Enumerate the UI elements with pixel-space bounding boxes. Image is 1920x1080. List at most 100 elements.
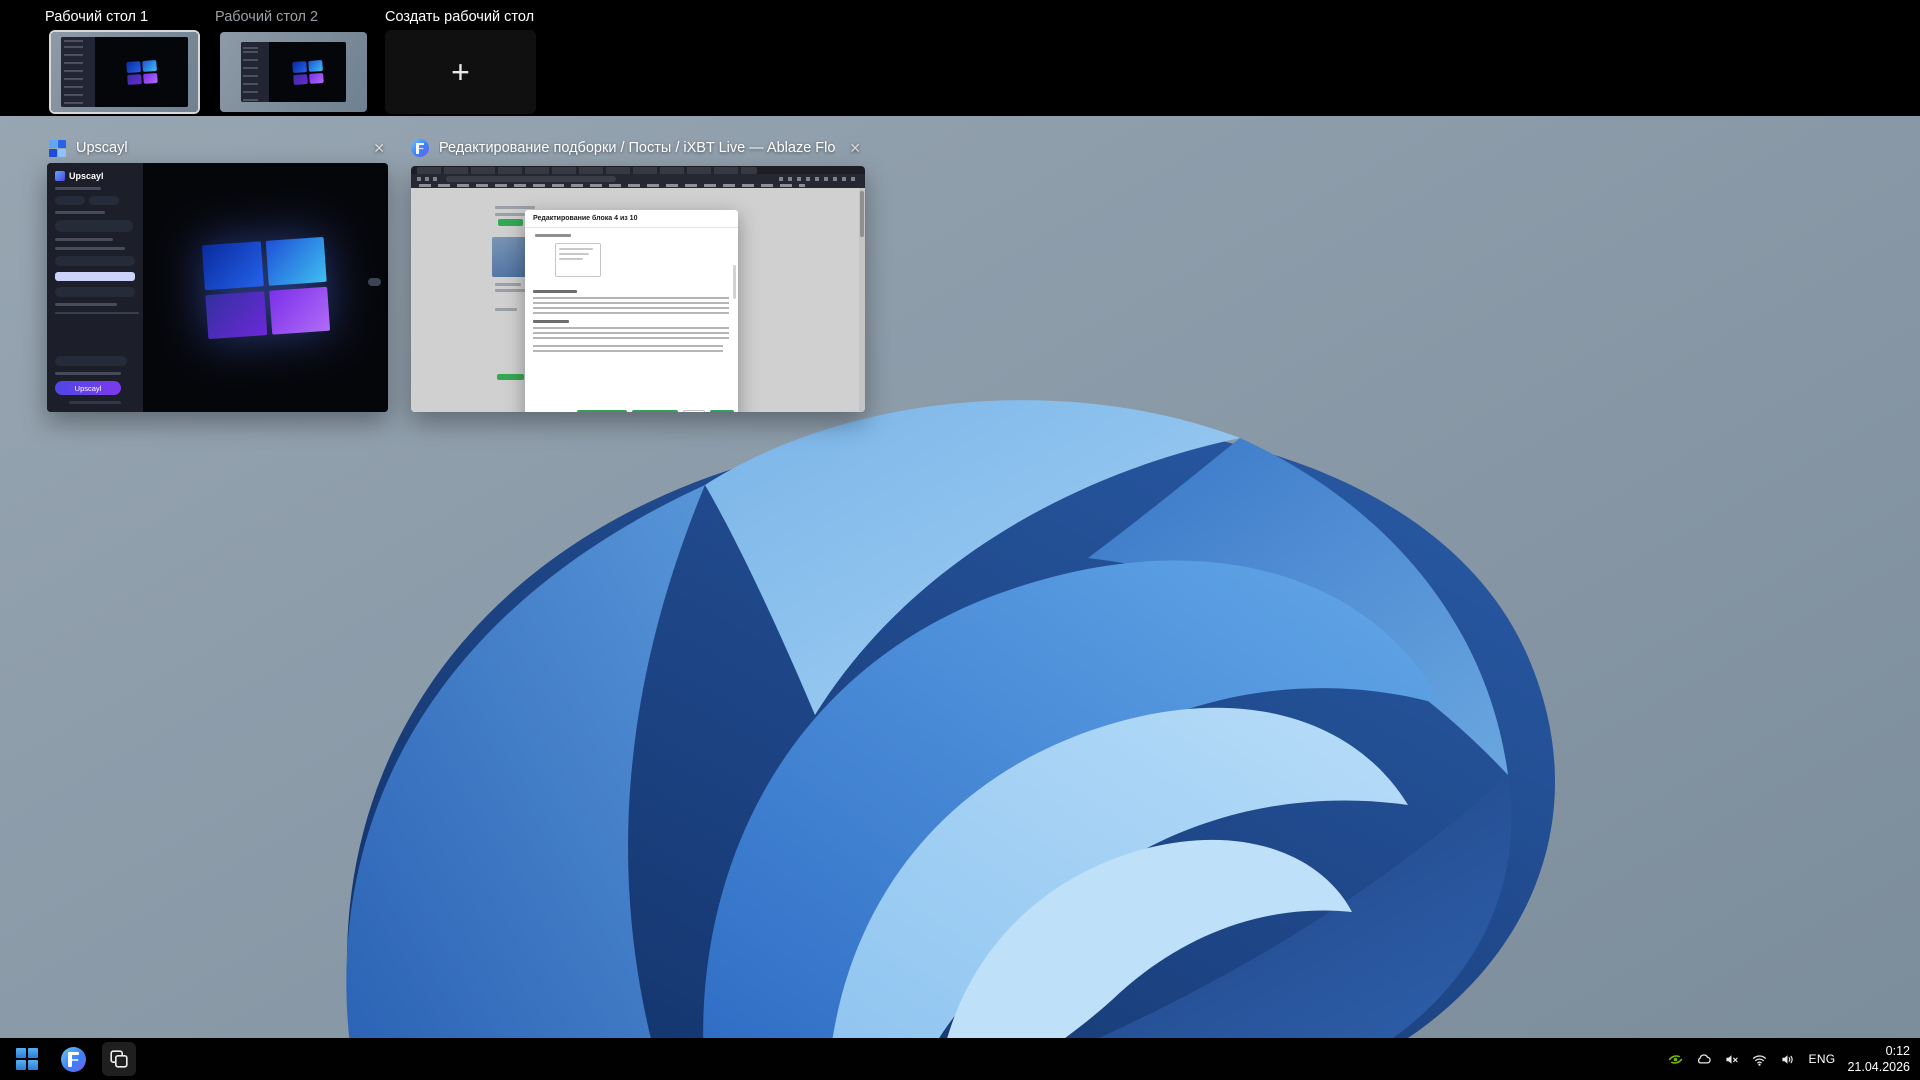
wifi-icon[interactable] (1751, 1050, 1769, 1068)
clock-time: 0:12 (1847, 1043, 1910, 1059)
floorp-window-thumbnail[interactable]: Редактирование блока 4 из 10 (411, 166, 865, 412)
floorp-icon (411, 139, 429, 157)
page-green-button (498, 219, 523, 226)
dialog-scrollbar (733, 265, 736, 299)
art-pane (268, 286, 329, 334)
speaker-glyph (1779, 1051, 1796, 1068)
art-pane (293, 73, 308, 84)
mini-app-sidebar (61, 37, 95, 107)
upscayl-close-button[interactable]: ✕ (369, 140, 389, 157)
logo-pane (16, 1048, 26, 1058)
dialog-green-button (632, 410, 678, 412)
clock-date: 21.04.2026 (1847, 1059, 1910, 1075)
nvidia-glyph (1667, 1051, 1684, 1068)
toolbar-icons-placeholder (779, 177, 859, 181)
logo-pane (16, 1060, 26, 1070)
upscayl-logo-icon (55, 171, 65, 181)
logo-pane (28, 1060, 38, 1070)
mini-app-main (269, 42, 346, 101)
cloud-glyph (1695, 1051, 1712, 1068)
selected-option-highlight (55, 272, 135, 281)
text-line-placeholder (55, 372, 121, 375)
upscayl-action-label: Upscayl (75, 384, 102, 393)
windows-logo-art (126, 59, 158, 84)
create-desktop-label[interactable]: Создать рабочий стол (385, 9, 534, 25)
upscayl-logo-row: Upscayl (55, 171, 104, 181)
wallpaper-bloom (0, 0, 1920, 1080)
upscayl-window-thumbnail[interactable]: Upscayl Upscayl (47, 163, 388, 412)
text-line-placeholder (55, 238, 113, 241)
dialog-green-button (710, 410, 734, 412)
text-line-placeholder (55, 187, 101, 190)
task-view-icon (109, 1049, 129, 1069)
start-button[interactable] (10, 1042, 44, 1076)
paragraph-placeholder (533, 297, 729, 314)
slider-placeholder (55, 312, 139, 314)
dropdown-placeholder (55, 287, 135, 297)
paragraph-placeholder (533, 345, 723, 354)
nav-buttons-placeholder (417, 177, 441, 181)
text-line-placeholder (55, 303, 117, 306)
field-label-placeholder (535, 234, 571, 237)
art-pane (309, 72, 324, 83)
dialog-green-button (577, 410, 627, 412)
desktop-2-thumbnail[interactable] (218, 30, 369, 114)
footer-line-placeholder (69, 401, 121, 404)
floorp-close-button[interactable]: ✕ (845, 140, 865, 157)
text-line-placeholder (55, 247, 125, 250)
text-line-placeholder (495, 289, 525, 292)
art-pane (143, 72, 158, 83)
plus-icon: + (451, 56, 470, 88)
upscayl-brand: Upscayl (69, 172, 104, 181)
dialog-text-input (555, 243, 601, 277)
art-pane (126, 61, 141, 72)
language-indicator[interactable]: ENG (1807, 1052, 1838, 1066)
mini-app-main (95, 37, 187, 107)
upscayl-action-button: Upscayl (55, 381, 121, 395)
art-pane (308, 59, 323, 70)
section-heading-placeholder (533, 290, 577, 293)
desktop-2-label[interactable]: Рабочий стол 2 (215, 9, 318, 25)
audio-muted-icon[interactable] (1723, 1050, 1741, 1068)
art-pane (201, 241, 262, 289)
virtual-desktops-bar: Рабочий стол 1 Рабочий стол 2 Создать ра… (0, 0, 1920, 116)
windows-logo-icon (16, 1048, 38, 1070)
onedrive-icon[interactable] (1695, 1050, 1713, 1068)
dialog-divider (525, 227, 738, 228)
art-pane (292, 61, 307, 72)
text-line-placeholder (495, 283, 521, 286)
page-scrollbar-thumb (860, 191, 864, 237)
placeholder-line (559, 248, 593, 250)
dialog-cancel-button (683, 410, 705, 412)
task-view-button[interactable] (102, 1042, 136, 1076)
windows-logo-art (292, 59, 324, 84)
mini-window (241, 42, 347, 101)
nvidia-icon[interactable] (1667, 1050, 1685, 1068)
upscayl-sidebar: Upscayl Upscayl (47, 163, 143, 412)
text-line-placeholder (55, 211, 105, 214)
desktop-1-label[interactable]: Рабочий стол 1 (45, 9, 148, 25)
volume-icon[interactable] (1779, 1050, 1797, 1068)
icon-tile (58, 149, 66, 157)
upscayl-app-icon (49, 140, 66, 157)
placeholder-line (559, 253, 589, 255)
task-view-screen: Рабочий стол 1 Рабочий стол 2 Создать ра… (0, 0, 1920, 1080)
paragraph-placeholder (533, 327, 729, 339)
toggle-placeholder (55, 356, 127, 366)
art-pane (127, 73, 142, 84)
icon-tile (49, 149, 57, 157)
page-image-thumb (492, 237, 526, 277)
upscayl-preview-area (143, 163, 388, 412)
page-scrollbar (859, 188, 865, 412)
taskbar-floorp-button[interactable] (56, 1042, 90, 1076)
page-green-button (497, 374, 524, 380)
desktop-1-preview (51, 32, 198, 112)
browser-chrome (411, 166, 865, 188)
create-desktop-button[interactable]: + (385, 30, 536, 114)
upscayl-card-titlebar: Upscayl ✕ (49, 136, 389, 160)
zoom-badge-placeholder (368, 278, 381, 286)
page-content: Редактирование блока 4 из 10 (411, 188, 865, 412)
clock[interactable]: 0:12 21.04.2026 (1847, 1043, 1910, 1076)
mini-app-sidebar (241, 42, 270, 101)
desktop-1-thumbnail[interactable] (49, 30, 200, 114)
